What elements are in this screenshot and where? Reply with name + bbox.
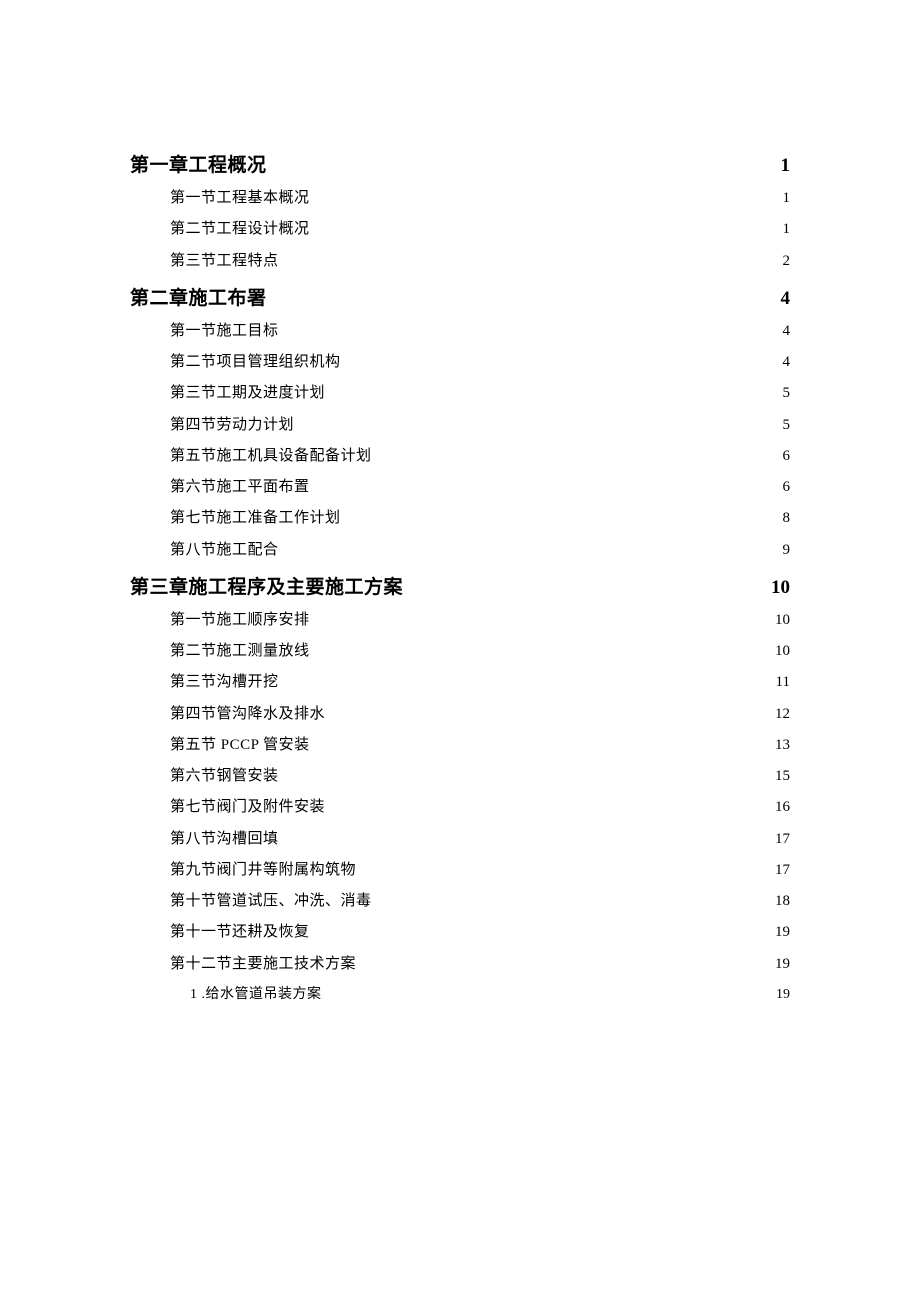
toc-page-number: 19	[775, 953, 790, 976]
toc-entry-chapter: 第三章施工程序及主要施工方案 10	[130, 572, 790, 599]
toc-title: 第十二节主要施工技术方案	[170, 953, 356, 976]
toc-page-number: 10	[771, 577, 790, 599]
toc-page-number: 17	[775, 828, 790, 851]
toc-entry-section: 第七节施工准备工作计划 8	[130, 507, 790, 530]
toc-entry-subsection: 1 .给水管道吊装方案 19	[130, 984, 790, 1005]
toc-page-number: 9	[783, 539, 791, 562]
toc-page-number: 5	[783, 382, 791, 405]
toc-title: 第九节阀门井等附属构筑物	[170, 859, 356, 882]
toc-title: 第七节施工准备工作计划	[170, 507, 341, 530]
toc-page-number: 19	[775, 921, 790, 944]
table-of-contents: 第一章工程概况 1 第一节工程基本概况 1 第二节工程设计概况 1 第三节工程特…	[130, 150, 790, 1005]
toc-entry-section: 第四节劳动力计划 5	[130, 414, 790, 437]
toc-entry-section: 第二节项目管理组织机构 4	[130, 351, 790, 374]
toc-title: 第五节 PCCP 管安装	[170, 734, 310, 757]
toc-title: 第三节工期及进度计划	[170, 382, 325, 405]
toc-title: 第二节施工测量放线	[170, 640, 310, 663]
toc-page-number: 6	[783, 476, 791, 499]
toc-entry-chapter: 第二章施工布署 4	[130, 283, 790, 310]
toc-entry-section: 第五节 PCCP 管安装 13	[130, 734, 790, 757]
toc-page-number: 18	[775, 890, 790, 913]
toc-entry-section: 第三节工程特点 2	[130, 250, 790, 273]
toc-page-number: 2	[783, 250, 791, 273]
toc-page-number: 10	[775, 609, 790, 632]
toc-title: 第十节管道试压、冲洗、消毒	[170, 890, 372, 913]
toc-page-number: 15	[775, 765, 790, 788]
toc-entry-section: 第五节施工机具设备配备计划 6	[130, 445, 790, 468]
toc-page-number: 5	[783, 414, 791, 437]
toc-title: 1 .给水管道吊装方案	[190, 984, 322, 1005]
toc-entry-section: 第二节施工测量放线 10	[130, 640, 790, 663]
toc-page-number: 19	[776, 984, 790, 1005]
toc-title: 第七节阀门及附件安装	[170, 796, 325, 819]
toc-page-number: 12	[775, 703, 790, 726]
toc-title: 第一节工程基本概况	[170, 187, 310, 210]
toc-title: 第一节施工顺序安排	[170, 609, 310, 632]
toc-page-number: 11	[776, 671, 790, 694]
toc-entry-section: 第九节阀门井等附属构筑物 17	[130, 859, 790, 882]
toc-entry-section: 第十二节主要施工技术方案 19	[130, 953, 790, 976]
toc-page-number: 8	[783, 507, 791, 530]
toc-entry-section: 第三节工期及进度计划 5	[130, 382, 790, 405]
toc-entry-section: 第一节施工目标 4	[130, 320, 790, 343]
toc-page-number: 6	[783, 445, 791, 468]
toc-entry-section: 第十节管道试压、冲洗、消毒 18	[130, 890, 790, 913]
toc-entry-section: 第四节管沟降水及排水 12	[130, 703, 790, 726]
toc-entry-section: 第七节阀门及附件安装 16	[130, 796, 790, 819]
toc-title: 第八节沟槽回填	[170, 828, 279, 851]
toc-title: 第四节管沟降水及排水	[170, 703, 325, 726]
toc-title: 第一节施工目标	[170, 320, 279, 343]
toc-page-number: 13	[775, 734, 790, 757]
toc-title: 第三节工程特点	[170, 250, 279, 273]
toc-page-number: 1	[783, 187, 791, 210]
toc-title: 第三节沟槽开挖	[170, 671, 279, 694]
toc-title: 第十一节还耕及恢复	[170, 921, 310, 944]
toc-page-number: 16	[775, 796, 790, 819]
toc-page-number: 10	[775, 640, 790, 663]
toc-title: 第二章施工布署	[130, 283, 267, 310]
toc-page-number: 1	[781, 155, 791, 177]
toc-entry-section: 第一节施工顺序安排 10	[130, 609, 790, 632]
toc-page-number: 4	[781, 288, 791, 310]
toc-title: 第一章工程概况	[130, 150, 267, 177]
toc-page-number: 1	[783, 218, 791, 241]
toc-title: 第三章施工程序及主要施工方案	[130, 572, 403, 599]
document-page: 第一章工程概况 1 第一节工程基本概况 1 第二节工程设计概况 1 第三节工程特…	[0, 0, 920, 1301]
toc-entry-section: 第一节工程基本概况 1	[130, 187, 790, 210]
toc-entry-section: 第二节工程设计概况 1	[130, 218, 790, 241]
toc-title: 第五节施工机具设备配备计划	[170, 445, 372, 468]
toc-entry-chapter: 第一章工程概况 1	[130, 150, 790, 177]
toc-entry-section: 第六节钢管安装 15	[130, 765, 790, 788]
toc-title: 第四节劳动力计划	[170, 414, 294, 437]
toc-title: 第六节施工平面布置	[170, 476, 310, 499]
toc-entry-section: 第八节沟槽回填 17	[130, 828, 790, 851]
toc-page-number: 4	[783, 351, 791, 374]
toc-page-number: 4	[783, 320, 791, 343]
toc-title: 第八节施工配合	[170, 539, 279, 562]
toc-entry-section: 第六节施工平面布置 6	[130, 476, 790, 499]
toc-page-number: 17	[775, 859, 790, 882]
toc-entry-section: 第三节沟槽开挖 11	[130, 671, 790, 694]
toc-entry-section: 第八节施工配合 9	[130, 539, 790, 562]
toc-title: 第六节钢管安装	[170, 765, 279, 788]
toc-title: 第二节项目管理组织机构	[170, 351, 341, 374]
toc-entry-section: 第十一节还耕及恢复 19	[130, 921, 790, 944]
toc-title: 第二节工程设计概况	[170, 218, 310, 241]
